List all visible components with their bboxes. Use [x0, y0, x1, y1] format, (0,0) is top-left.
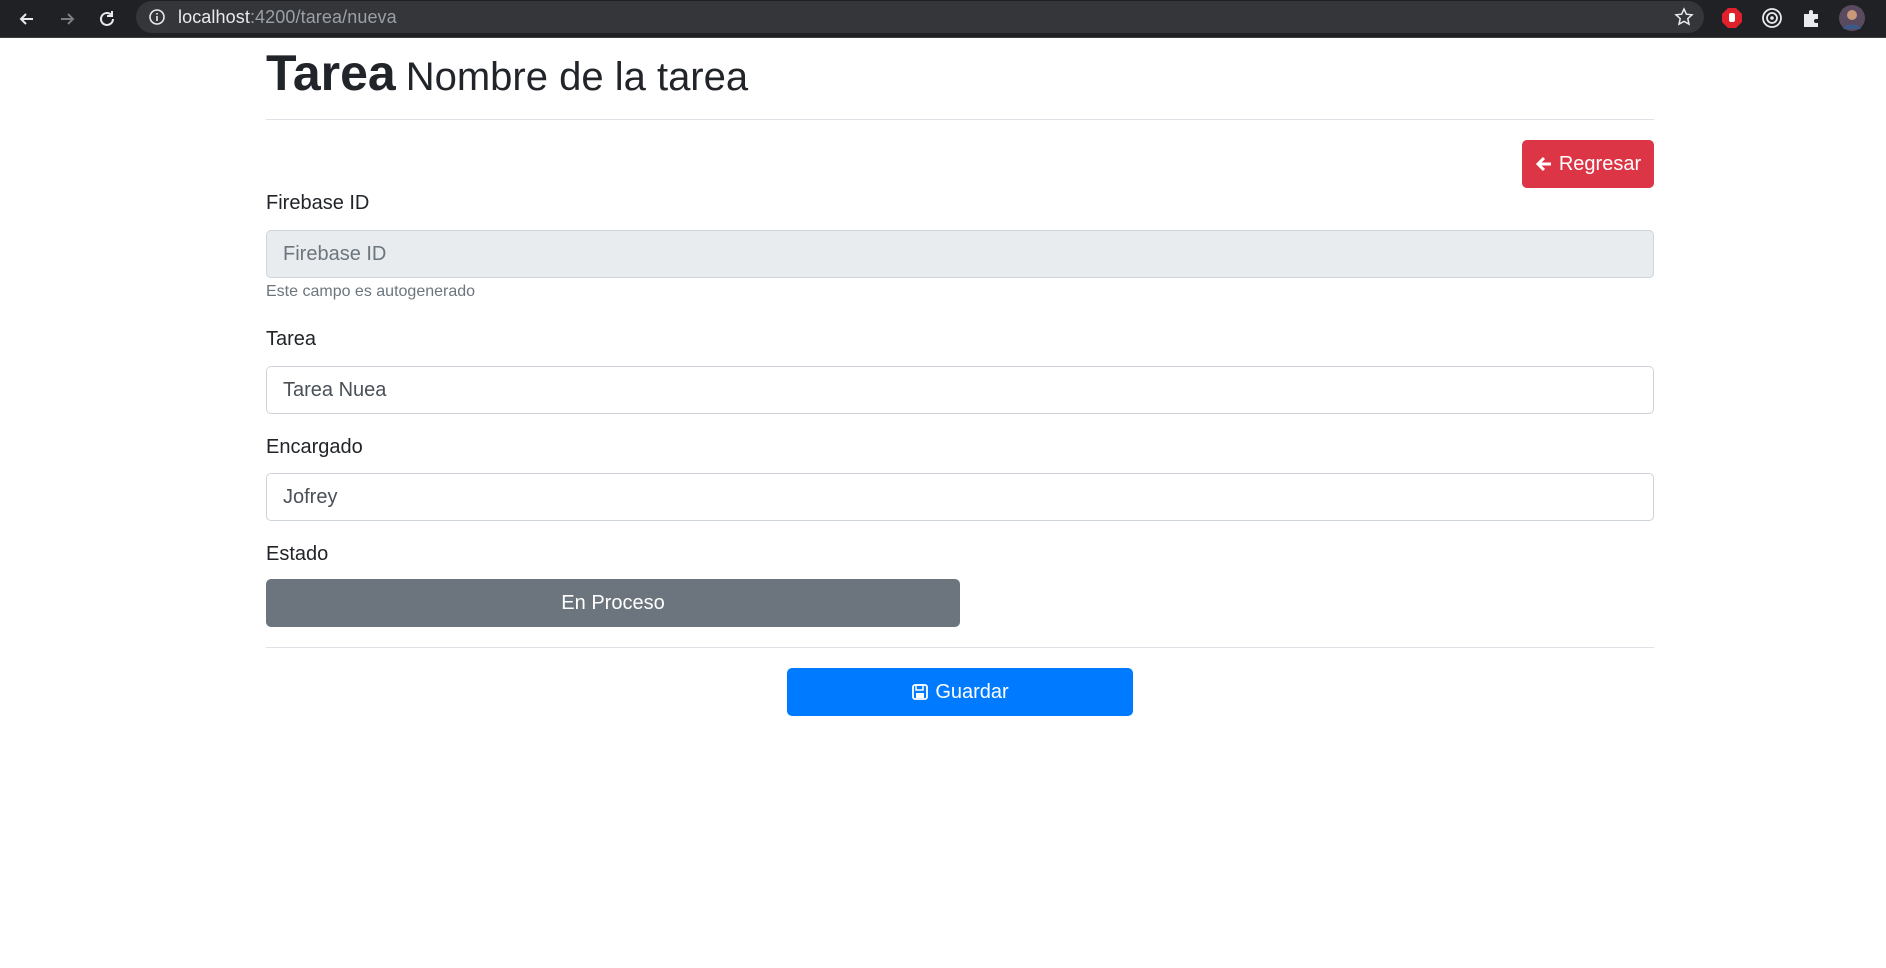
divider-bottom	[266, 647, 1654, 648]
page-title: Tarea	[266, 45, 396, 101]
encargado-input[interactable]: Jofrey	[266, 473, 1654, 521]
estado-label: Estado	[266, 543, 329, 565]
save-button[interactable]: Guardar	[787, 668, 1133, 716]
tarea-input[interactable]: Tarea Nuea	[266, 366, 1654, 414]
back-button[interactable]: Regresar	[1522, 140, 1654, 188]
firebase-id-input[interactable]: Firebase ID	[266, 230, 1654, 278]
reload-icon[interactable]	[91, 3, 123, 35]
status-toggle-button[interactable]: En Proceso	[266, 579, 960, 627]
save-button-label: Guardar	[935, 680, 1009, 703]
save-icon	[912, 684, 929, 700]
back-button-label: Regresar	[1558, 152, 1642, 175]
page-subtitle: Nombre de la tarea	[405, 55, 749, 99]
url-path: :4200/tarea/nueva	[249, 7, 397, 27]
tarea-label: Tarea	[266, 328, 317, 350]
profile-avatar[interactable]	[1838, 4, 1866, 32]
url-host: localhost	[178, 7, 250, 27]
puzzle-icon[interactable]	[1798, 4, 1826, 32]
forward-arrow-icon[interactable]	[51, 3, 83, 35]
divider-top	[266, 119, 1654, 120]
browser-toolbar: localhost:4200/tarea/nueva	[0, 0, 1886, 38]
arrow-left-icon	[1535, 156, 1551, 172]
star-icon[interactable]	[1674, 7, 1694, 27]
url-text[interactable]: localhost:4200/tarea/nueva	[178, 7, 397, 28]
back-arrow-icon[interactable]	[11, 3, 43, 35]
address-bar[interactable]: localhost:4200/tarea/nueva	[136, 1, 1704, 33]
firebase-id-label: Firebase ID	[266, 192, 370, 214]
info-icon[interactable]	[148, 8, 166, 26]
page-heading: Tarea Nombre de la tarea	[266, 44, 748, 102]
encargado-label: Encargado	[266, 436, 363, 458]
firebase-id-help: Este campo es autogenerado	[266, 283, 476, 300]
extension-target-icon[interactable]	[1758, 4, 1786, 32]
adblock-icon[interactable]	[1718, 4, 1746, 32]
